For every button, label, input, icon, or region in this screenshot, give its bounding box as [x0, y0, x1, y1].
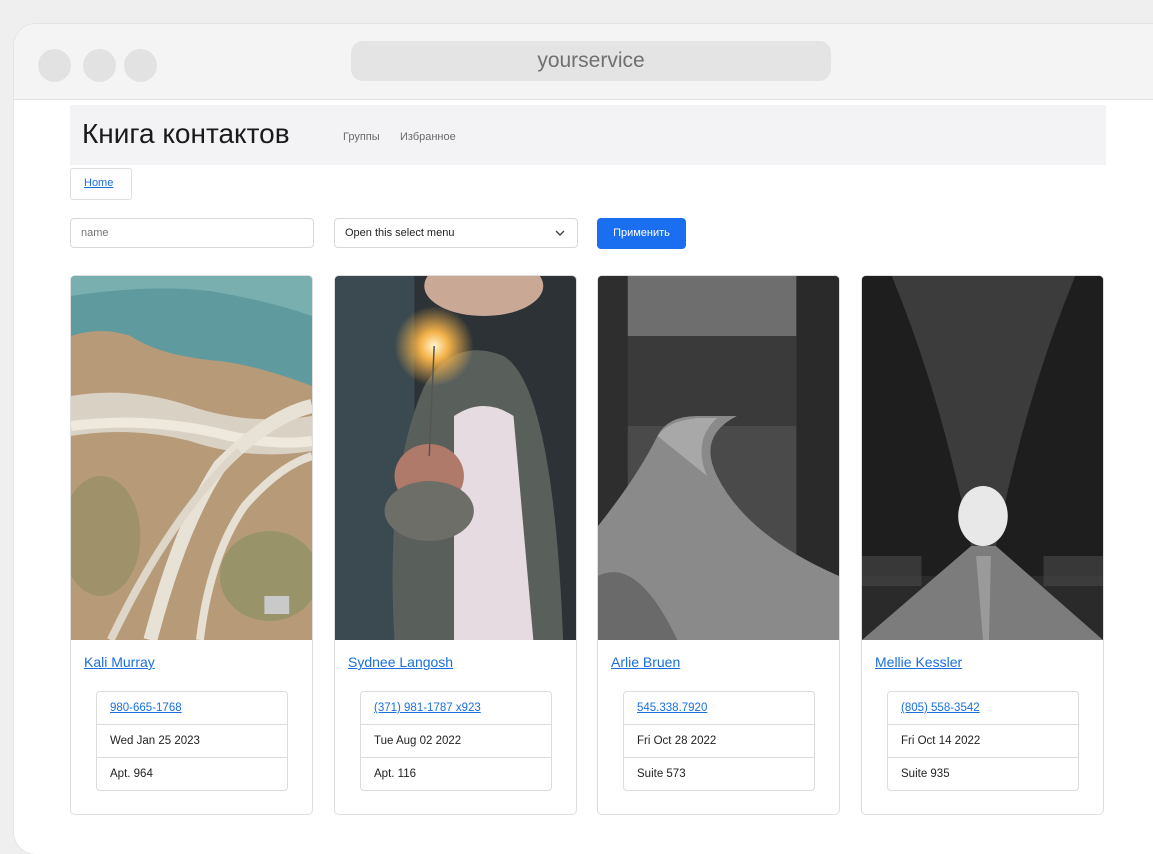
contact-photo[interactable]	[71, 276, 312, 640]
breadcrumb: Home	[70, 168, 132, 200]
contact-date: Wed Jan 25 2023	[97, 725, 287, 758]
contact-phone-link[interactable]: 980-665-1768	[97, 692, 287, 725]
contact-photo[interactable]	[335, 276, 576, 640]
contact-info-list: (805) 558-3542 Fri Oct 14 2022 Suite 935	[887, 691, 1079, 791]
browser-window: yourservice Книга контактов Группы Избра…	[14, 24, 1153, 854]
contact-photo[interactable]	[862, 276, 1103, 640]
contact-date: Fri Oct 14 2022	[888, 725, 1078, 758]
browser-titlebar: yourservice	[14, 24, 1153, 100]
page-content: Книга контактов Группы Избранное Home Op…	[14, 100, 1153, 854]
contact-date: Tue Aug 02 2022	[361, 725, 551, 758]
contact-card: Kali Murray 980-665-1768 Wed Jan 25 2023…	[70, 275, 313, 815]
contact-info-list: (371) 981-1787 x923 Tue Aug 02 2022 Apt.…	[360, 691, 552, 791]
name-search-input[interactable]	[70, 218, 314, 248]
navbar: Книга контактов Группы Избранное	[70, 105, 1106, 165]
contact-info-list: 980-665-1768 Wed Jan 25 2023 Apt. 964	[96, 691, 288, 791]
chevron-down-icon	[555, 224, 565, 245]
contact-phone-link[interactable]: 545.338.7920	[624, 692, 814, 725]
contact-phone-link[interactable]: (371) 981-1787 x923	[361, 692, 551, 725]
contact-name-link[interactable]: Mellie Kessler	[875, 654, 962, 670]
apply-button[interactable]: Применить	[597, 218, 686, 249]
address-bar[interactable]: yourservice	[351, 41, 831, 81]
contact-date: Fri Oct 28 2022	[624, 725, 814, 758]
window-close-dot[interactable]	[38, 49, 71, 82]
window-minimize-dot[interactable]	[83, 49, 116, 82]
contact-phone-link[interactable]: (805) 558-3542	[888, 692, 1078, 725]
brand-title[interactable]: Книга контактов	[82, 118, 290, 150]
contact-photo[interactable]	[598, 276, 839, 640]
group-select-value: Open this select menu	[345, 227, 455, 239]
contact-address: Suite 935	[901, 768, 950, 780]
contact-name-link[interactable]: Kali Murray	[84, 654, 155, 670]
group-select[interactable]: Open this select menu	[334, 218, 578, 248]
contact-name-link[interactable]: Arlie Bruen	[611, 654, 680, 670]
nav-link-groups[interactable]: Группы	[343, 131, 380, 143]
contact-address: Apt. 116	[374, 768, 416, 780]
contact-card: Arlie Bruen 545.338.7920 Fri Oct 28 2022…	[597, 275, 840, 815]
contact-info-list: 545.338.7920 Fri Oct 28 2022 Suite 573	[623, 691, 815, 791]
nav-link-favorites[interactable]: Избранное	[400, 131, 456, 143]
contact-card: Mellie Kessler (805) 558-3542 Fri Oct 14…	[861, 275, 1104, 815]
contact-name-link[interactable]: Sydnee Langosh	[348, 654, 453, 670]
breadcrumb-home-link[interactable]: Home	[84, 177, 113, 189]
contact-address: Suite 573	[637, 768, 686, 780]
window-maximize-dot[interactable]	[124, 49, 157, 82]
contact-address: Apt. 964	[110, 768, 153, 780]
contact-card: Sydnee Langosh (371) 981-1787 x923 Tue A…	[334, 275, 577, 815]
